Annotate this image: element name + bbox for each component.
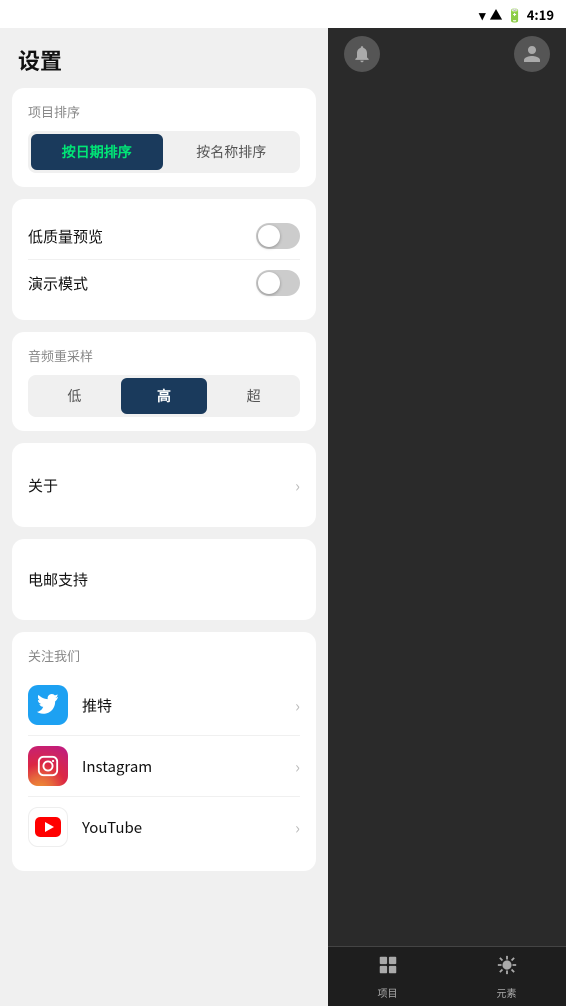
status-bar: ▾ ▲ 🔋 4:19 (0, 0, 566, 28)
sort-card: 项目排序 按日期排序 按名称排序 (12, 88, 316, 187)
battery-icon: 🔋 (507, 5, 523, 24)
profile-icon[interactable] (514, 36, 550, 72)
youtube-label: YouTube (82, 817, 142, 838)
audio-resample-control: 低 高 超 (28, 375, 300, 417)
elements-icon (496, 953, 518, 982)
presentation-mode-toggle[interactable] (256, 270, 300, 296)
twitter-chevron-icon: › (295, 693, 300, 717)
time-display: 4:19 (527, 5, 554, 24)
sort-section-label: 项目排序 (28, 102, 300, 121)
email-support-row[interactable]: 电邮支持 (28, 553, 300, 606)
instagram-item-left: Instagram (28, 746, 152, 786)
audio-ultra-button[interactable]: 超 (210, 378, 297, 414)
toggle-card: 低质量预览 演示模式 (12, 199, 316, 320)
about-label: 关于 (28, 475, 58, 496)
bottom-nav: 项目 元素 (328, 946, 566, 1006)
sort-by-name-button[interactable]: 按名称排序 (166, 134, 298, 170)
follow-us-label: 关注我们 (28, 646, 300, 665)
wifi-icon: ▾ (479, 5, 486, 24)
elements-label: 元素 (497, 985, 517, 1000)
presentation-mode-row: 演示模式 (28, 259, 300, 306)
sort-segmented-control: 按日期排序 按名称排序 (28, 131, 300, 173)
twitter-label: 推特 (82, 695, 112, 716)
settings-panel: 设置 项目排序 按日期排序 按名称排序 低质量预览 演示模式 音频重采样 低 高… (0, 0, 328, 1006)
audio-low-button[interactable]: 低 (31, 378, 118, 414)
nav-item-projects[interactable]: 项目 (377, 953, 399, 1000)
sort-by-date-button[interactable]: 按日期排序 (31, 134, 163, 170)
about-card[interactable]: 关于 › (12, 443, 316, 527)
right-panel (328, 0, 566, 1006)
nav-item-elements[interactable]: 元素 (496, 953, 518, 1000)
low-quality-row: 低质量预览 (28, 213, 300, 259)
youtube-icon (28, 807, 68, 847)
audio-resample-label: 音频重采样 (28, 346, 300, 365)
about-row[interactable]: 关于 › (28, 457, 300, 513)
instagram-icon (28, 746, 68, 786)
low-quality-toggle[interactable] (256, 223, 300, 249)
projects-icon (377, 953, 399, 982)
follow-us-card: 关注我们 推特 › (12, 632, 316, 871)
about-chevron-icon: › (295, 473, 300, 497)
signal-icon: ▲ (490, 5, 503, 24)
youtube-chevron-icon: › (295, 815, 300, 839)
presentation-mode-label: 演示模式 (28, 273, 88, 294)
youtube-item-left: YouTube (28, 807, 142, 847)
youtube-item[interactable]: YouTube › (28, 796, 300, 857)
low-quality-label: 低质量预览 (28, 226, 103, 247)
status-bar-right: ▾ ▲ 🔋 4:19 (479, 5, 554, 24)
twitter-icon (28, 685, 68, 725)
audio-high-button[interactable]: 高 (121, 378, 208, 414)
instagram-chevron-icon: › (295, 754, 300, 778)
twitter-item-left: 推特 (28, 685, 112, 725)
email-support-label: 电邮支持 (28, 569, 88, 590)
page-title: 设置 (0, 28, 328, 88)
instagram-item[interactable]: Instagram › (28, 735, 300, 796)
email-support-card[interactable]: 电邮支持 (12, 539, 316, 620)
audio-resample-card: 音频重采样 低 高 超 (12, 332, 316, 431)
twitter-item[interactable]: 推特 › (28, 675, 300, 735)
instagram-label: Instagram (82, 756, 152, 777)
projects-label: 项目 (378, 985, 398, 1000)
bell-icon[interactable] (344, 36, 380, 72)
